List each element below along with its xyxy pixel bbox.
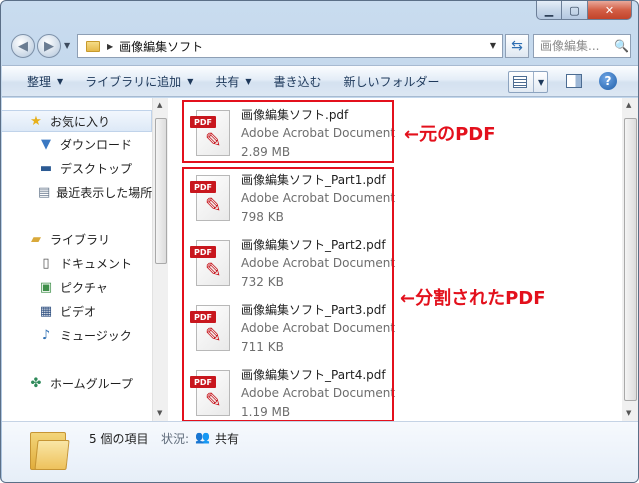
nav-item-label: ドキュメント — [60, 256, 133, 271]
address-bar[interactable]: ▶ 画像編集ソフト ▼ — [77, 34, 503, 58]
nav-item-label: ミュージック — [60, 328, 132, 343]
chevron-down-icon: ▼ — [187, 76, 194, 86]
split-pdf-highlight — [182, 167, 394, 422]
shared-users-icon: 👥 — [195, 430, 210, 444]
new-folder-button[interactable]: 新しいフォルダー — [333, 69, 451, 93]
help-icon: ? — [604, 74, 612, 88]
item-count: 5 個の項目 — [89, 432, 149, 446]
scroll-down-icon[interactable]: ▼ — [626, 409, 631, 417]
minimize-button[interactable]: ▁ — [536, 1, 562, 20]
add-to-library-label: ライブラリに追加 — [85, 74, 182, 89]
close-icon: ✕ — [604, 3, 615, 17]
video-icon: ▦ — [39, 303, 53, 319]
recent-places-icon: ▤ — [38, 184, 51, 200]
refresh-icon: ⇆ — [511, 38, 523, 54]
caption-buttons: ▁ ▢ ✕ — [536, 1, 632, 20]
nav-item-music[interactable]: ♪ ミュージック — [2, 324, 152, 346]
state-label: 状況: — [161, 432, 190, 446]
minimize-icon: ▁ — [544, 3, 554, 17]
close-button[interactable]: ✕ — [588, 1, 632, 20]
scrollbar-thumb[interactable] — [624, 118, 637, 401]
refresh-button[interactable]: ⇆ — [505, 34, 529, 58]
details-view-icon — [513, 76, 527, 88]
nav-item-recent-places[interactable]: ▤ 最近表示した場所 — [2, 181, 152, 203]
star-icon: ★ — [30, 113, 42, 129]
library-icon: ▰ — [31, 231, 41, 247]
downloads-folder-icon: ▼ — [41, 136, 51, 152]
pictures-icon: ▣ — [39, 279, 53, 295]
original-pdf-highlight — [182, 100, 394, 163]
navigation-scrollbar[interactable]: ▲ ▼ — [152, 98, 168, 421]
nav-libraries[interactable]: ▰ ライブラリ — [2, 228, 152, 250]
folder-icon — [86, 40, 100, 52]
nav-item-label: 最近表示した場所 — [56, 185, 152, 200]
preview-pane-button[interactable] — [566, 74, 582, 88]
command-bar: 整理 ▼ ライブラリに追加 ▼ 共有 ▼ 書き込む 新しいフォルダー ▼ ? — [2, 65, 638, 97]
folder-front — [34, 440, 70, 470]
search-icon[interactable]: 🔍 — [614, 39, 629, 53]
nav-libraries-label: ライブラリ — [50, 232, 111, 247]
explorer-window: ▁ ▢ ✕ ◀ ▶ ▼ ▶ 画像編集ソフト ▼ ⇆ 🔍 整理 ▼ ライブラリに追加… — [0, 0, 639, 483]
details-pane: 5 個の項目 状況: 👥 共有 — [2, 421, 638, 482]
nav-item-label: デスクトップ — [60, 161, 133, 176]
breadcrumb-current[interactable]: 画像編集ソフト — [119, 38, 203, 55]
divider — [533, 72, 534, 92]
recent-pages-dropdown[interactable]: ▼ — [64, 41, 70, 50]
search-input[interactable] — [540, 39, 610, 53]
split-pdf-annotation: ←分割されたPDF — [400, 288, 546, 309]
file-list-scrollbar[interactable]: ▲ ▼ — [622, 98, 638, 421]
state-value: 共有 — [215, 432, 240, 446]
share-menu[interactable]: 共有 ▼ — [204, 69, 262, 93]
scrollbar-thumb[interactable] — [155, 118, 167, 264]
desktop-icon: ▬ — [39, 160, 53, 176]
organize-label: 整理 — [27, 74, 52, 89]
new-folder-label: 新しいフォルダー — [343, 74, 440, 89]
nav-favorites[interactable]: ★ お気に入り — [2, 110, 152, 132]
burn-button[interactable]: 書き込む — [263, 69, 333, 93]
organize-menu[interactable]: 整理 ▼ — [16, 69, 74, 93]
nav-homegroup-label: ホームグループ — [50, 376, 133, 391]
document-icon: ▯ — [42, 255, 50, 271]
chevron-down-icon: ▼ — [57, 76, 64, 86]
forward-button[interactable]: ▶ — [37, 34, 61, 58]
nav-item-label: ダウンロード — [60, 137, 133, 152]
nav-item-documents[interactable]: ▯ ドキュメント — [2, 252, 152, 274]
scroll-up-icon[interactable]: ▲ — [157, 101, 162, 109]
add-to-library-menu[interactable]: ライブラリに追加 ▼ — [74, 69, 204, 93]
scroll-down-icon[interactable]: ▼ — [157, 409, 162, 417]
nav-item-downloads[interactable]: ▼ ダウンロード — [2, 133, 152, 155]
help-button[interactable]: ? — [599, 72, 617, 90]
forward-arrow-icon: ▶ — [44, 38, 54, 54]
address-dropdown-icon[interactable]: ▼ — [490, 41, 496, 50]
folder-icon — [30, 428, 70, 470]
nav-item-videos[interactable]: ▦ ビデオ — [2, 300, 152, 322]
content-area: ★ お気に入り ▼ ダウンロード ▬ デスクトップ ▤ 最近表示した場所 ▰ ラ… — [2, 98, 638, 422]
back-button[interactable]: ◀ — [11, 34, 35, 58]
nav-homegroup[interactable]: ✤ ホームグループ — [2, 372, 152, 394]
nav-item-pictures[interactable]: ▣ ピクチャ — [2, 276, 152, 298]
chevron-down-icon[interactable]: ▼ — [538, 78, 544, 87]
burn-label: 書き込む — [273, 74, 322, 89]
maximize-icon: ▢ — [569, 3, 580, 17]
navigation-pane: ★ お気に入り ▼ ダウンロード ▬ デスクトップ ▤ 最近表示した場所 ▰ ラ… — [2, 98, 152, 421]
change-view-button[interactable]: ▼ — [508, 71, 548, 93]
maximize-button[interactable]: ▢ — [562, 1, 588, 20]
nav-item-label: ピクチャ — [60, 280, 108, 295]
chevron-down-icon: ▼ — [245, 76, 252, 86]
original-pdf-annotation: ←元のPDF — [404, 124, 496, 145]
back-arrow-icon: ◀ — [18, 38, 28, 54]
navigation-row: ◀ ▶ ▼ ▶ 画像編集ソフト ▼ ⇆ 🔍 — [9, 31, 631, 61]
breadcrumb-arrow-icon[interactable]: ▶ — [107, 42, 113, 51]
scroll-up-icon[interactable]: ▲ — [626, 101, 631, 109]
nav-item-desktop[interactable]: ▬ デスクトップ — [2, 157, 152, 179]
share-label: 共有 — [215, 74, 240, 89]
search-box: 🔍 — [533, 34, 631, 58]
music-note-icon: ♪ — [41, 327, 51, 343]
nav-item-label: ビデオ — [60, 304, 97, 319]
homegroup-icon: ✤ — [30, 375, 42, 391]
nav-favorites-label: お気に入り — [50, 114, 111, 129]
